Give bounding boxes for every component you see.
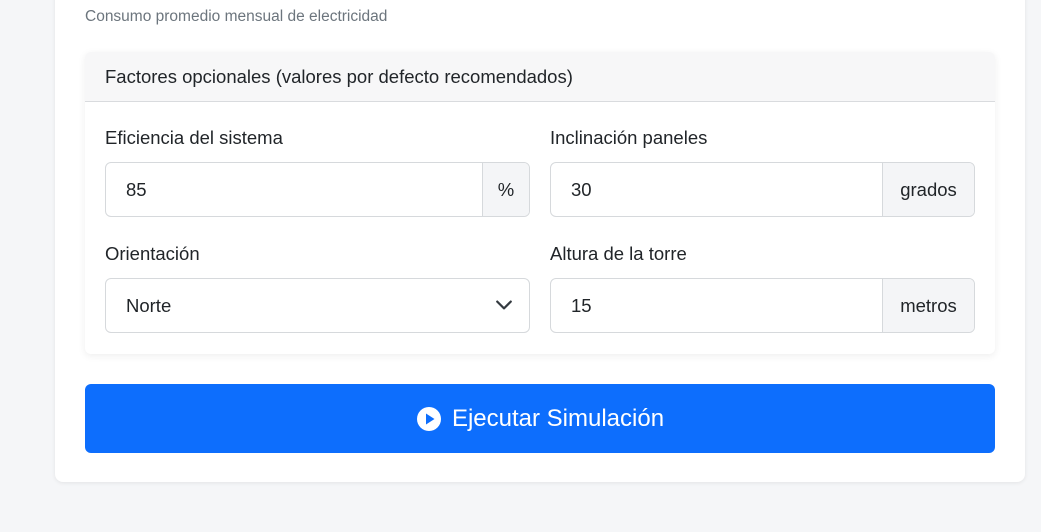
tilt-input-group: 30 grados <box>550 162 975 217</box>
consumption-help-text: Consumo promedio mensual de electricidad <box>85 8 388 25</box>
orientation-label: Orientación <box>105 243 200 264</box>
tower-height-unit: metros <box>882 279 974 332</box>
chevron-down-icon <box>496 300 512 310</box>
tower-height-input[interactable]: 15 <box>551 279 882 332</box>
tilt-input[interactable]: 30 <box>551 163 882 216</box>
efficiency-unit: % <box>482 163 529 216</box>
tilt-label: Inclinación paneles <box>550 127 708 148</box>
efficiency-input-group: 85 % <box>105 162 530 217</box>
tower-height-label: Altura de la torre <box>550 243 687 264</box>
optional-factors-card: Factores opcionales (valores por defecto… <box>85 52 995 354</box>
optional-factors-header: Factores opcionales (valores por defecto… <box>85 52 995 102</box>
efficiency-input[interactable]: 85 <box>106 163 482 216</box>
orientation-selected-value: Norte <box>126 294 172 316</box>
orientation-select[interactable]: Norte <box>105 278 530 333</box>
efficiency-label: Eficiencia del sistema <box>105 127 283 148</box>
tower-height-input-group: 15 metros <box>550 278 975 333</box>
tilt-unit: grados <box>882 163 974 216</box>
run-simulation-label: Ejecutar Simulación <box>451 404 665 432</box>
play-circle-icon <box>416 406 441 431</box>
run-simulation-button[interactable]: Ejecutar Simulación <box>85 384 995 453</box>
